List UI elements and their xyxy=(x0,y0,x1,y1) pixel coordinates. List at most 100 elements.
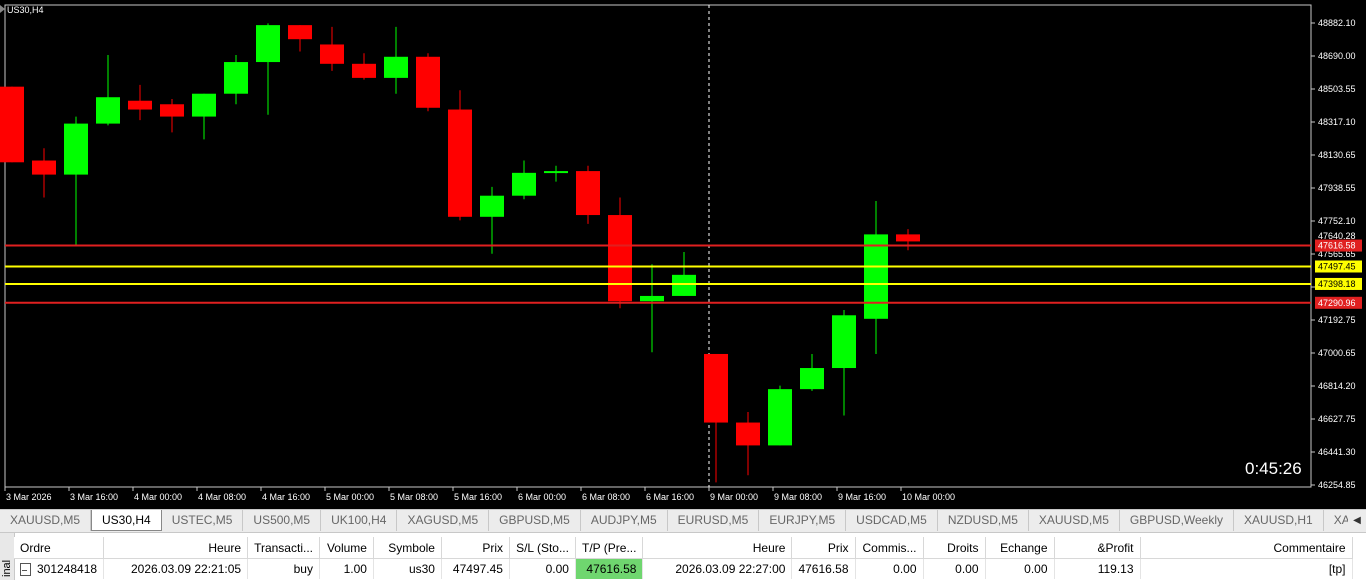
price-scale-label: 47192.75 xyxy=(1318,315,1356,325)
terminal-panel: inal Ordre Heure Transacti... Volume Sym… xyxy=(0,532,1366,580)
price-scale-label: 47752.10 xyxy=(1318,216,1356,226)
candle-bull xyxy=(640,295,664,302)
col-tp[interactable]: T/P (Pre... xyxy=(575,537,644,559)
time-scale-label: 4 Mar 16:00 xyxy=(262,492,310,502)
price-scale-label: 48503.55 xyxy=(1318,84,1356,94)
tab-gbpusd-m5[interactable]: GBPUSD,M5 xyxy=(489,510,581,531)
time-scale-label: 9 Mar 08:00 xyxy=(774,492,822,502)
candle-bull xyxy=(512,172,536,196)
tab-usdcad-m5[interactable]: USDCAD,M5 xyxy=(846,510,938,531)
time-scale-label: 6 Mar 00:00 xyxy=(518,492,566,502)
candle-bear xyxy=(608,215,632,302)
time-scale-label: 6 Mar 16:00 xyxy=(646,492,694,502)
col-heure[interactable]: Heure xyxy=(103,537,249,559)
candle-bear xyxy=(160,104,184,117)
cell-order: 301248418 xyxy=(37,561,98,576)
order-document-icon xyxy=(20,563,31,577)
tab-gbpusd-weekly[interactable]: GBPUSD,Weekly xyxy=(1120,510,1235,531)
tab-uk100-h4[interactable]: UK100,H4 xyxy=(321,510,398,531)
price-scale-label: 48690.00 xyxy=(1318,51,1356,61)
price-scale-label: 46441.30 xyxy=(1318,447,1356,457)
candle-bear xyxy=(416,56,440,108)
candle-bear xyxy=(32,160,56,175)
col-prix-close[interactable]: Prix xyxy=(791,537,856,559)
col-prix[interactable]: Prix xyxy=(441,537,510,559)
col-symbole[interactable]: Symbole xyxy=(373,537,442,559)
tab-eurjpy-m5[interactable]: EURJPY,M5 xyxy=(759,510,847,531)
time-scale-label: 3 Mar 2026 xyxy=(6,492,52,502)
tab-us500-m5[interactable]: US500,M5 xyxy=(243,510,322,531)
tab-xauusd-m5[interactable]: XAUUSD,M5 xyxy=(1029,510,1120,531)
col-sl[interactable]: S/L (Sto... xyxy=(509,537,576,559)
candle-bear xyxy=(736,422,760,446)
tab-nzdusd-m5[interactable]: NZDUSD,M5 xyxy=(938,510,1029,531)
candle-bull xyxy=(544,171,568,174)
bar-countdown: 0:45:26 xyxy=(1245,459,1302,478)
price-scale-label: 46814.20 xyxy=(1318,381,1356,391)
col-transaction[interactable]: Transacti... xyxy=(247,537,320,559)
cell-volume: 1.00 xyxy=(319,558,374,579)
cell-type: buy xyxy=(247,558,320,579)
candle-bull xyxy=(800,368,824,390)
price-scale-label: 46254.85 xyxy=(1318,480,1356,490)
time-scale-label: 9 Mar 16:00 xyxy=(838,492,886,502)
tab-ustec-m5[interactable]: USTEC,M5 xyxy=(162,510,244,531)
terminal-label: inal xyxy=(1,559,13,577)
tab-xauusd-h1[interactable]: XAUUSD,H1 xyxy=(1234,510,1324,531)
cell-symbol: us30 xyxy=(373,558,442,579)
col-commission[interactable]: Commis... xyxy=(855,537,924,559)
candle-bull xyxy=(832,315,856,369)
tab-scroll-left-icon[interactable]: ◀ xyxy=(1348,510,1366,530)
candle-bull xyxy=(96,97,120,124)
price-scale-label: 47938.55 xyxy=(1318,183,1356,193)
terminal-side-label[interactable]: inal xyxy=(0,533,15,580)
col-heure-close[interactable]: Heure xyxy=(642,537,793,559)
cell-fee: 0.00 xyxy=(985,558,1055,579)
cell-sl: 0.00 xyxy=(509,558,576,579)
time-scale-label: 3 Mar 16:00 xyxy=(70,492,118,502)
price-scale-label-current: 47640.28 xyxy=(1318,231,1356,241)
price-scale-label: 46627.75 xyxy=(1318,414,1356,424)
tab-xagusd-m5[interactable]: XAGUSD,M5 xyxy=(397,510,490,531)
candle-bull xyxy=(384,56,408,78)
col-ordre[interactable]: Ordre xyxy=(14,537,105,559)
chart-tabs: XAUUSD,M5 US30,H4 USTEC,M5 US500,M5 UK100,H4… xyxy=(0,509,1366,532)
candle-bull xyxy=(64,123,88,175)
col-droits[interactable]: Droits xyxy=(923,537,986,559)
candle-bear xyxy=(448,109,472,217)
col-echange[interactable]: Echange xyxy=(985,537,1055,559)
time-scale-label: 9 Mar 00:00 xyxy=(710,492,758,502)
candle-bear xyxy=(288,25,312,40)
candle-bull xyxy=(864,234,888,319)
col-volume[interactable]: Volume xyxy=(319,537,374,559)
cell-price: 47497.45 xyxy=(441,558,510,579)
cell-open-time: 2026.03.09 22:21:05 xyxy=(103,558,249,579)
col-commentaire[interactable]: Commentaire xyxy=(1140,537,1353,559)
tab-audjpy-m5[interactable]: AUDJPY,M5 xyxy=(581,510,668,531)
candle-bear xyxy=(0,86,24,163)
cell-commission: 0.00 xyxy=(855,558,924,579)
price-level-label: 47398.18 xyxy=(1318,279,1356,289)
price-chart[interactable]: 48882.10 48690.00 48503.55 48317.10 48130.65… xyxy=(0,0,1366,509)
candle-bear xyxy=(128,100,152,110)
candle-bull xyxy=(224,62,248,94)
cell-close-price: 47616.58 xyxy=(791,558,856,579)
candle-bull xyxy=(480,195,504,217)
cell-profit: 119.13 xyxy=(1054,558,1141,579)
time-scale-label: 5 Mar 08:00 xyxy=(390,492,438,502)
candle-bear xyxy=(352,63,376,78)
time-scale-label: 10 Mar 00:00 xyxy=(902,492,955,502)
chart-symbol-label: US30,H4 xyxy=(7,5,44,15)
tab-xauusd-m5[interactable]: XAUUSD,M5 xyxy=(0,510,92,531)
symbol-menu-icon[interactable] xyxy=(0,5,5,13)
price-scale-label: 48317.10 xyxy=(1318,117,1356,127)
price-scale-label: 48130.65 xyxy=(1318,150,1356,160)
col-profit[interactable]: &Profit xyxy=(1054,537,1141,559)
price-level-label: 47290.96 xyxy=(1318,298,1356,308)
tab-eurusd-m5[interactable]: EURUSD,M5 xyxy=(668,510,760,531)
time-scale-label: 5 Mar 16:00 xyxy=(454,492,502,502)
tab-us30-h4[interactable]: US30,H4 xyxy=(91,510,162,531)
chart-area[interactable]: 48882.10 48690.00 48503.55 48317.10 48130.65… xyxy=(0,0,1366,509)
table-row[interactable]: 301248418 2026.03.09 22:21:05 buy 1.00 u… xyxy=(14,558,1353,579)
time-scale-label: 6 Mar 08:00 xyxy=(582,492,630,502)
